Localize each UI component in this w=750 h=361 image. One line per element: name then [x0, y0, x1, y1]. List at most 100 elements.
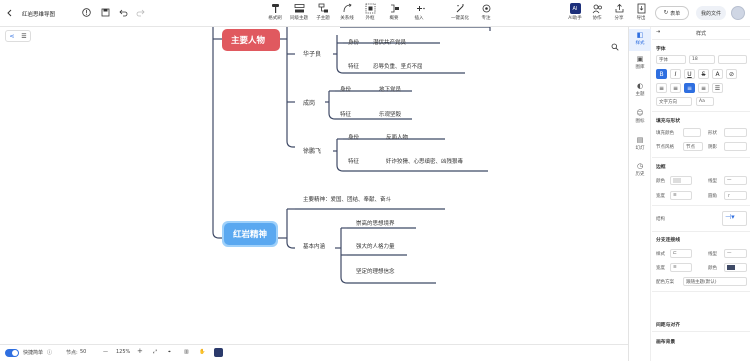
person-row-key[interactable]: 身份 [348, 133, 359, 141]
zoom-out-icon[interactable]: — [103, 349, 108, 355]
tab-history-label: 历史 [635, 172, 645, 177]
align-center-button[interactable]: ≡ [670, 83, 681, 93]
hand-icon[interactable]: ✋ [199, 349, 205, 355]
collapse-panel-icon[interactable]: ⇥ [656, 29, 660, 35]
text-direction-select[interactable]: 文字方向 [656, 97, 692, 106]
boundary-button[interactable]: 外框 [357, 3, 383, 21]
person-row-value[interactable]: 反面人物 [386, 133, 408, 141]
robot-assistant-icon[interactable] [214, 348, 223, 357]
back-icon[interactable] [6, 9, 14, 17]
strikethrough-button[interactable]: S [698, 69, 709, 79]
shadow-select[interactable] [724, 142, 747, 151]
tab-gallery[interactable]: ▣ 图库 [629, 54, 651, 70]
content-item[interactable]: 坚定的理想信念 [356, 267, 395, 275]
fit-screen-icon[interactable]: ⤢ [153, 349, 157, 355]
my-files-button[interactable]: 我的文件 [696, 6, 726, 20]
border-width-select[interactable]: ≡ [670, 191, 692, 200]
person-row-value[interactable]: 奸诈狡猾、心思缜密、凶残狠毒 [386, 157, 463, 165]
person-row-value[interactable]: 乐观坚毅 [379, 110, 401, 118]
magic-beautify-button[interactable]: 一键美化 [447, 3, 473, 21]
child-topic-button[interactable]: 子主题 [310, 3, 336, 21]
node-style-select[interactable]: 节点 [683, 142, 703, 151]
person-row-key[interactable]: 身份 [348, 38, 359, 46]
main-spirit[interactable]: 主要精神：爱国、团结、奉献、奋斗 [303, 195, 391, 203]
tab-slides[interactable]: ▤ 幻灯 [629, 135, 651, 151]
person-row-key[interactable]: 特征 [340, 110, 351, 118]
tab-history[interactable]: ◷ 历史 [629, 161, 651, 177]
font-section-title[interactable]: 字体 [656, 45, 666, 52]
summary-button[interactable]: 概要 [381, 3, 407, 21]
insert-button[interactable]: 插入 [406, 3, 432, 21]
node-style-label: 节点风格 [656, 145, 674, 150]
person-row-value[interactable]: 潜伏共产党员 [373, 38, 406, 46]
restore-button[interactable]: ↻ 表单 [655, 6, 689, 20]
line-style-select[interactable]: ⊏ [670, 249, 692, 258]
canvas-section-title[interactable]: 画布背景 [656, 338, 675, 345]
restore-label: 表单 [670, 10, 681, 17]
person-name[interactable]: 徐鹏飞 [303, 146, 321, 155]
person-row-value[interactable]: 地下党员 [379, 85, 401, 93]
border-corner-select[interactable]: ╭ [724, 191, 747, 200]
person-row-value[interactable]: 忍辱负重、坚贞不屈 [373, 62, 423, 70]
locate-icon[interactable]: ⌖ [168, 349, 171, 355]
border-section-title[interactable]: 边框 [656, 163, 666, 170]
line-type-select[interactable]: — [724, 249, 747, 258]
save-icon[interactable] [101, 8, 110, 17]
line-color-swatch [727, 265, 735, 270]
align-right-button[interactable]: ≡ [698, 83, 709, 93]
line-color-select[interactable] [724, 263, 747, 272]
map-icon[interactable]: ▥ [184, 349, 189, 355]
border-line-type-select[interactable]: — [724, 176, 747, 185]
font-weight-select[interactable] [718, 55, 747, 64]
highlight-button[interactable]: ⊘ [726, 69, 737, 79]
export-button[interactable]: 导出 [628, 3, 654, 21]
align-justify-button[interactable]: ≡ [684, 83, 695, 93]
content-item[interactable]: 强大的人格力量 [356, 242, 395, 250]
format-brush-button[interactable]: 格式刷 [262, 3, 288, 21]
sibling-topic-button[interactable]: 同级主题 [286, 3, 312, 21]
avatar[interactable] [731, 6, 745, 20]
zoom-in-icon[interactable]: + [137, 347, 143, 355]
person-row-key[interactable]: 特征 [348, 157, 359, 165]
italic-button[interactable]: I [670, 69, 681, 79]
font-case-select[interactable]: Aa [696, 97, 714, 106]
font-family-select[interactable]: 字体 [656, 55, 686, 64]
shortcut-toggle[interactable] [5, 349, 19, 357]
branch-line-section-title[interactable]: 分支连接线 [656, 236, 680, 243]
person-row-key[interactable]: 身份 [340, 85, 351, 93]
info-icon[interactable] [82, 8, 91, 17]
font-size-select[interactable]: 18 [689, 55, 715, 64]
line-width-select[interactable]: ≡ [670, 263, 692, 272]
branch1-title[interactable]: 主要人物 [231, 34, 265, 46]
align-left-button[interactable]: ≡ [656, 83, 667, 93]
person-name[interactable]: 华子良 [303, 49, 321, 58]
underline-button[interactable]: U [684, 69, 695, 79]
help-icon[interactable]: ⓘ [47, 349, 52, 356]
fill-section-title[interactable]: 填充与形状 [656, 117, 680, 124]
shape-select[interactable] [724, 128, 747, 137]
focus-button[interactable]: 专注 [473, 3, 499, 21]
undo-icon[interactable] [119, 8, 128, 17]
document-title[interactable]: 红岩思维导图 [22, 10, 55, 18]
fill-color-select[interactable] [683, 128, 701, 137]
tab-style[interactable]: ◧ 样式 [629, 29, 651, 51]
person-name[interactable]: 成岗 [303, 98, 315, 107]
content-item[interactable]: 崇高的思想境界 [356, 219, 395, 227]
tab-theme[interactable]: ◐ 主题 [629, 81, 651, 97]
bold-button[interactable]: B [656, 69, 667, 79]
person-row-key[interactable]: 特征 [348, 62, 359, 70]
tab-emoji[interactable]: ☺ 图标 [629, 108, 651, 124]
mindmap-canvas[interactable]: ⋖ ☰ 主要人物 华子良 身份 潜伏共产党员 特征 忍辱负重、坚贞不屈 成岗 身… [0, 27, 628, 344]
structure-select[interactable]: ⊣▾ [722, 211, 747, 226]
zoom-level[interactable]: 125% [116, 349, 130, 355]
node-count: 50 [80, 349, 87, 355]
list-button[interactable]: ☰ [712, 83, 723, 93]
text-color-button[interactable]: A [712, 69, 723, 79]
spacing-section-title[interactable]: 间距与对齐 [656, 321, 680, 328]
color-scheme-select[interactable]: 跟随主题(默认) [683, 277, 747, 286]
redo-icon[interactable] [136, 8, 145, 17]
branch2-title[interactable]: 红岩精神 [233, 228, 267, 240]
border-color-select[interactable] [670, 176, 692, 185]
relation-line-icon [343, 3, 352, 13]
content-label[interactable]: 基本内涵 [303, 242, 325, 250]
